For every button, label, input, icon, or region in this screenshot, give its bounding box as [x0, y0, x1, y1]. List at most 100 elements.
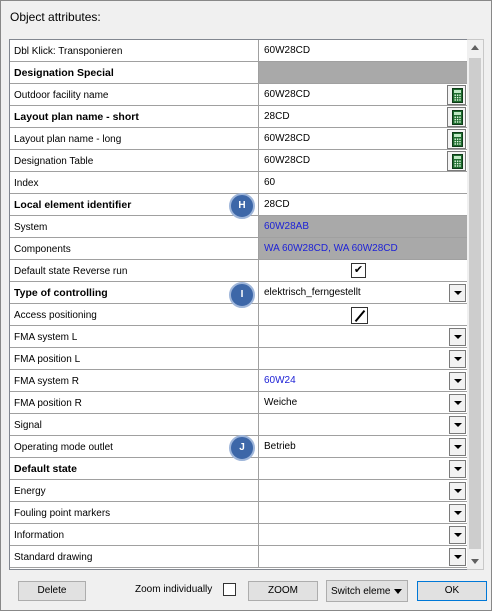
attribute-name-cell: Layout plan name - short: [10, 106, 259, 128]
dropdown-arrow-icon[interactable]: [449, 526, 466, 544]
attribute-value-cell[interactable]: WA 60W28CD, WA 60W28CD: [259, 238, 467, 260]
calculator-body: [452, 132, 463, 147]
object-attributes-dialog: Object attributes: Dbl Klick: Transponie…: [0, 0, 492, 611]
dropdown-arrow-icon[interactable]: [449, 482, 466, 500]
attribute-value-cell[interactable]: [259, 62, 467, 84]
attribute-name: FMA system R: [14, 376, 80, 387]
attribute-value: 60W28AB: [264, 221, 310, 232]
scroll-down-arrow-icon[interactable]: [467, 553, 483, 569]
attribute-value-cell[interactable]: 60: [259, 172, 467, 194]
scroll-thumb[interactable]: [469, 58, 481, 549]
attribute-value-cell[interactable]: 60W24: [259, 370, 467, 392]
attribute-value-cell[interactable]: [259, 502, 467, 524]
attribute-value: 28CD: [264, 111, 290, 122]
calculator-icon[interactable]: [447, 85, 466, 105]
attribute-row: Fouling point markers: [10, 502, 467, 524]
calculator-screen: [454, 90, 461, 93]
attribute-value: Betrieb: [264, 441, 296, 452]
attribute-name-cell: Default state Reverse run: [10, 260, 259, 282]
ok-button[interactable]: OK: [417, 581, 487, 601]
calculator-icon[interactable]: [447, 107, 466, 127]
zoom-individually-label: Zoom individually: [135, 584, 213, 595]
attribute-name-cell: Information: [10, 524, 259, 546]
attribute-value-cell[interactable]: 60W28CD: [259, 150, 467, 172]
dropdown-arrow-icon[interactable]: [449, 416, 466, 434]
attribute-value-cell[interactable]: Weiche: [259, 392, 467, 414]
attribute-name-cell: Signal: [10, 414, 259, 436]
attribute-row: Signal: [10, 414, 467, 436]
zoom-button[interactable]: ZOOM: [248, 581, 318, 601]
dropdown-arrow-icon[interactable]: [449, 328, 466, 346]
attribute-row: System 60W28AB: [10, 216, 467, 238]
dropdown-arrow-icon[interactable]: [449, 394, 466, 412]
calculator-body: [452, 154, 463, 169]
calculator-keys: [454, 138, 461, 145]
dropdown-arrow-icon[interactable]: [449, 438, 466, 456]
switch-elements-dropdown[interactable]: Switch elements: [326, 580, 408, 602]
attribute-name-cell: Fouling point markers: [10, 502, 259, 524]
attribute-name: Dbl Klick: Transponieren: [14, 46, 123, 57]
dropdown-arrow-icon[interactable]: [449, 350, 466, 368]
attribute-row: Index 60: [10, 172, 467, 194]
attribute-value-cell[interactable]: Betrieb: [259, 436, 467, 458]
attribute-value-cell[interactable]: [259, 326, 467, 348]
calculator-icon[interactable]: [447, 151, 466, 171]
attribute-value-cell[interactable]: 60W28CD: [259, 84, 467, 106]
attribute-value-cell[interactable]: 60W28CD: [259, 128, 467, 150]
attribute-row: Components WA 60W28CD, WA 60W28CD: [10, 238, 467, 260]
calculator-keys: [454, 160, 461, 167]
dialog-footer: Delete Zoom individually ZOOM Switch ele…: [1, 571, 491, 609]
attribute-value-cell[interactable]: [259, 458, 467, 480]
dropdown-arrow-icon[interactable]: [449, 504, 466, 522]
attribute-name: Index: [14, 178, 39, 189]
dropdown-arrow-icon[interactable]: [449, 284, 466, 302]
callout-badge-j: J: [229, 435, 255, 461]
attribute-value-cell[interactable]: 60W28AB: [259, 216, 467, 238]
attribute-row: Default state: [10, 458, 467, 480]
zoom-individually-checkbox[interactable]: [223, 583, 236, 596]
attribute-name: Information: [14, 530, 65, 541]
attribute-value-cell[interactable]: elektrisch_ferngestellt: [259, 282, 467, 304]
attribute-name-cell: FMA position R: [10, 392, 259, 414]
attribute-value-cell[interactable]: [259, 414, 467, 436]
attribute-name: Default state Reverse run: [14, 266, 128, 277]
attribute-value-cell[interactable]: [259, 546, 467, 568]
attribute-name: Signal: [14, 420, 42, 431]
calculator-screen: [454, 156, 461, 159]
edit-pen-icon[interactable]: [351, 307, 368, 324]
attribute-value-cell[interactable]: [259, 304, 467, 326]
attribute-value-cell[interactable]: 28CD: [259, 194, 467, 216]
attribute-value-cell[interactable]: [259, 524, 467, 546]
dropdown-arrow-icon[interactable]: [449, 460, 466, 478]
attribute-value-cell[interactable]: [259, 348, 467, 370]
calculator-icon[interactable]: [447, 129, 466, 149]
attribute-row: FMA position R Weiche: [10, 392, 467, 414]
attribute-name-cell: Type of controlling: [10, 282, 259, 304]
attribute-name-cell: Access positioning: [10, 304, 259, 326]
attribute-value: elektrisch_ferngestellt: [264, 287, 361, 298]
dropdown-arrow-icon[interactable]: [449, 548, 466, 566]
switch-elements-label: Switch elements: [331, 586, 391, 597]
calculator-screen: [454, 134, 461, 137]
attribute-value: 60W28CD: [264, 133, 311, 144]
attribute-name-cell: FMA system R: [10, 370, 259, 392]
attribute-value-cell[interactable]: 60W28CD: [259, 40, 467, 62]
attribute-name: FMA position L: [14, 354, 81, 365]
attribute-name: Layout plan name - short: [14, 111, 139, 123]
attribute-value-cell[interactable]: ✔: [259, 260, 467, 282]
attribute-value: 60W24: [264, 375, 296, 386]
dropdown-arrow-icon[interactable]: [449, 372, 466, 390]
attribute-value: 60W28CD: [264, 155, 311, 166]
attribute-name-cell: Designation Table: [10, 150, 259, 172]
attribute-value-cell[interactable]: [259, 480, 467, 502]
attribute-name-cell: Energy: [10, 480, 259, 502]
attribute-row: Layout plan name - long 60W28CD: [10, 128, 467, 150]
attribute-row: Information: [10, 524, 467, 546]
attribute-row: FMA system R 60W24: [10, 370, 467, 392]
attribute-name-cell: Dbl Klick: Transponieren: [10, 40, 259, 62]
scroll-up-arrow-icon[interactable]: [467, 40, 483, 56]
delete-button[interactable]: Delete: [18, 581, 86, 601]
vertical-scrollbar[interactable]: [467, 39, 484, 570]
attribute-value-cell[interactable]: 28CD: [259, 106, 467, 128]
reverse-run-checkbox[interactable]: ✔: [351, 263, 366, 278]
